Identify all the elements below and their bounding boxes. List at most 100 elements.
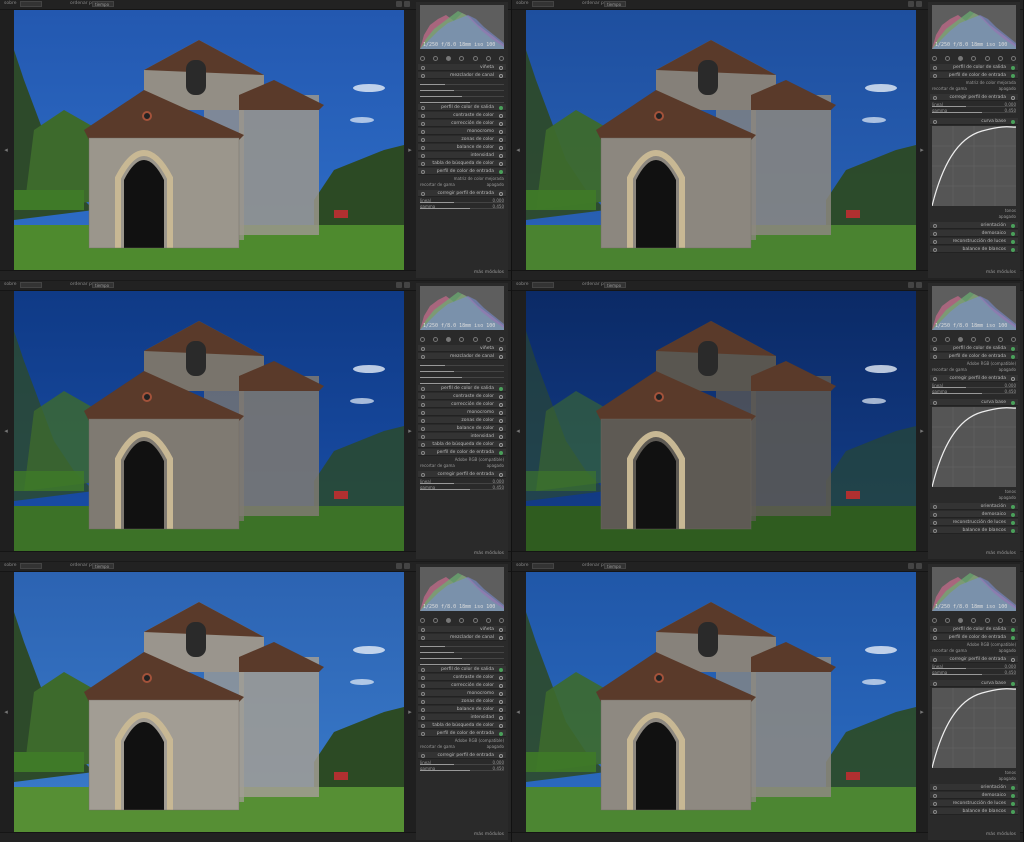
curve-editor[interactable] (932, 407, 1016, 487)
module-state-icon[interactable] (499, 418, 503, 423)
module-header[interactable]: mezclador de canal (418, 72, 506, 79)
power-icon[interactable] (933, 223, 937, 228)
right-panel-collapse[interactable]: ▸ (916, 10, 928, 270)
power-icon[interactable] (421, 65, 425, 70)
power-icon[interactable] (421, 137, 425, 142)
star-icon[interactable] (908, 563, 914, 569)
unbreak-slider[interactable]: lineal 0.000 (420, 198, 504, 203)
collapse-right-icon[interactable]: ▸ (407, 426, 413, 436)
right-panel-collapse[interactable]: ▸ (916, 291, 928, 551)
module-state-icon[interactable] (499, 675, 503, 680)
module-header[interactable]: tabla de búsqueda de color (418, 722, 506, 729)
module-state-icon[interactable] (499, 667, 503, 672)
module-header[interactable]: perfil de color de entrada (418, 449, 506, 456)
star-icon[interactable] (396, 282, 402, 288)
expand-left-icon[interactable]: ◂ (3, 145, 9, 155)
group-favorites-icon[interactable] (945, 336, 951, 342)
power-icon[interactable] (421, 129, 425, 134)
module-state-icon[interactable] (499, 402, 503, 407)
module-header[interactable]: balance de blancos (930, 246, 1018, 253)
module-state-icon[interactable] (1011, 635, 1015, 640)
input-profile-select[interactable]: Adobe RGB (compatible) (932, 642, 1016, 647)
module-state-icon[interactable] (1011, 520, 1015, 525)
module-state-icon[interactable] (1011, 793, 1015, 798)
group-tone-icon[interactable] (971, 55, 977, 61)
module-header[interactable]: corrección de color (418, 401, 506, 408)
power-icon[interactable] (421, 715, 425, 720)
module-state-icon[interactable] (1011, 95, 1015, 100)
mixer-slider[interactable] (420, 373, 504, 378)
power-icon[interactable] (933, 354, 937, 359)
mixer-slider[interactable] (420, 654, 504, 659)
right-panel-collapse[interactable]: ▸ (404, 291, 416, 551)
module-header[interactable]: perfil de color de entrada (930, 72, 1018, 79)
image-view[interactable] (14, 291, 404, 551)
image-view[interactable] (14, 572, 404, 832)
star-icon[interactable] (396, 1, 402, 7)
module-header[interactable]: corregir perfil de entrada (418, 752, 506, 759)
right-panel-collapse[interactable]: ▸ (404, 10, 416, 270)
module-state-icon[interactable] (499, 386, 503, 391)
expand-left-icon[interactable]: ◂ (3, 707, 9, 717)
sort-select[interactable]: tiempo (604, 563, 626, 569)
power-icon[interactable] (421, 426, 425, 431)
group-effect-icon[interactable] (498, 336, 504, 342)
histogram[interactable]: 1/250 f/8.0 18mm iso 100 (420, 567, 504, 611)
group-correct-icon[interactable] (997, 617, 1003, 623)
power-icon[interactable] (421, 418, 425, 423)
module-state-icon[interactable] (1011, 247, 1015, 252)
histogram[interactable]: 1/250 f/8.0 18mm iso 100 (420, 286, 504, 330)
group-favorites-icon[interactable] (433, 617, 439, 623)
unbreak-slider[interactable]: gamma 0.450 (932, 389, 1016, 394)
module-header[interactable]: monocromo (418, 409, 506, 416)
module-state-icon[interactable] (499, 753, 503, 758)
module-header[interactable]: corregir perfil de entrada (418, 190, 506, 197)
module-header[interactable]: contraste de color (418, 393, 506, 400)
module-state-icon[interactable] (1011, 223, 1015, 228)
module-header[interactable]: balance de blancos (930, 527, 1018, 534)
power-icon[interactable] (421, 346, 425, 351)
module-state-icon[interactable] (1011, 73, 1015, 78)
module-header[interactable]: curva base (930, 399, 1018, 406)
module-state-icon[interactable] (499, 153, 503, 158)
gear-icon[interactable] (404, 563, 410, 569)
group-color-icon[interactable] (984, 336, 990, 342)
module-header[interactable]: viñeta (418, 626, 506, 633)
power-icon[interactable] (421, 442, 425, 447)
group-correct-icon[interactable] (485, 617, 491, 623)
input-profile-select[interactable]: matriz de color mejorada (932, 80, 1016, 85)
power-icon[interactable] (421, 450, 425, 455)
module-header[interactable]: mezclador de canal (418, 353, 506, 360)
filter-field[interactable] (532, 1, 554, 7)
expand-left-icon[interactable]: ◂ (515, 426, 521, 436)
module-group-tabs[interactable] (420, 335, 504, 343)
group-basic-icon[interactable] (958, 336, 964, 342)
mixer-slider[interactable] (420, 367, 504, 372)
right-panel-collapse[interactable]: ▸ (916, 572, 928, 832)
module-header[interactable]: viñeta (418, 345, 506, 352)
left-panel-collapsed[interactable]: ◂ (0, 10, 14, 270)
power-icon[interactable] (933, 627, 937, 632)
expand-left-icon[interactable]: ◂ (515, 707, 521, 717)
curve-fusion-select[interactable]: apagado (932, 495, 1016, 500)
group-color-icon[interactable] (472, 55, 478, 61)
group-correct-icon[interactable] (997, 336, 1003, 342)
module-header[interactable]: corregir perfil de entrada (930, 656, 1018, 663)
group-tone-icon[interactable] (459, 617, 465, 623)
power-icon[interactable] (421, 145, 425, 150)
power-icon[interactable] (421, 354, 425, 359)
group-effect-icon[interactable] (1010, 617, 1016, 623)
power-icon[interactable] (933, 239, 937, 244)
group-basic-icon[interactable] (446, 55, 452, 61)
module-state-icon[interactable] (499, 161, 503, 166)
module-header[interactable]: intensidad (418, 152, 506, 159)
power-icon[interactable] (421, 699, 425, 704)
power-icon[interactable] (421, 191, 425, 196)
module-state-icon[interactable] (499, 691, 503, 696)
module-header[interactable]: contraste de color (418, 674, 506, 681)
left-panel-collapsed[interactable]: ◂ (512, 10, 526, 270)
module-state-icon[interactable] (1011, 400, 1015, 405)
more-modules-link[interactable]: más módulos (986, 551, 1016, 556)
module-header[interactable]: perfil de color de salida (930, 64, 1018, 71)
module-state-icon[interactable] (499, 121, 503, 126)
